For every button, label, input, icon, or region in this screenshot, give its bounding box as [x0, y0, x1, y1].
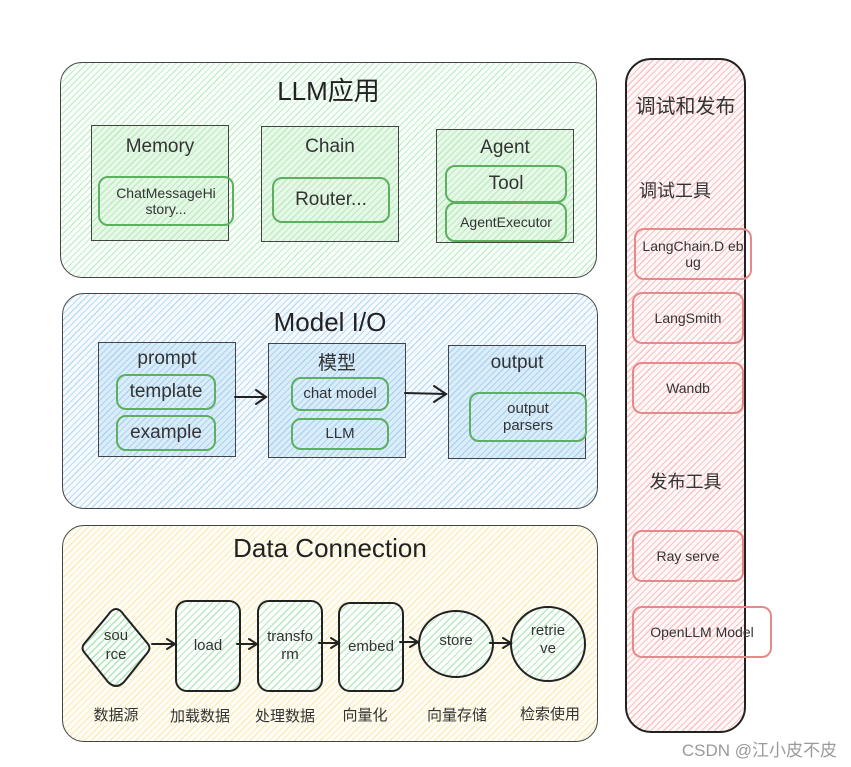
load-caption: 加载数据 [169, 708, 230, 725]
embed-caption: 向量化 [342, 707, 388, 724]
chat-message-history-item[interactable]: ChatMessageHi story... [98, 176, 234, 226]
transform-caption: 处理数据 [254, 708, 315, 725]
agent-executor-item[interactable]: AgentExecutor [445, 202, 567, 242]
ray-serve-item[interactable]: Ray serve [632, 530, 744, 582]
data-connection-title: Data Connection [233, 533, 427, 563]
watermark: CSDN @江小皮不皮 [681, 741, 837, 760]
memory-label: Memory [125, 136, 195, 157]
llm-item[interactable]: LLM [291, 418, 389, 450]
source-node[interactable]: sou rce [80, 606, 152, 690]
retrieve-node[interactable]: retrie ve [510, 606, 586, 682]
chat-model-item[interactable]: chat model [291, 377, 389, 411]
retrieve-caption: 检索使用 [519, 706, 580, 723]
tool-item[interactable]: Tool [445, 165, 567, 203]
chain-box[interactable]: Chain Router... [261, 126, 399, 242]
router-item[interactable]: Router... [272, 177, 390, 223]
model-box[interactable]: 模型 chat model LLM [268, 343, 406, 458]
store-node[interactable]: store [418, 610, 494, 678]
memory-box[interactable]: Memory ChatMessageHi story... [91, 125, 234, 241]
model-label: 模型 [317, 353, 356, 374]
wandb-item[interactable]: Wandb [632, 362, 744, 414]
llm-app-title: LLM应用 [277, 76, 380, 106]
debug-deploy-panel: 调试和发布 调试工具 LangChain.D ebug LangSmith Wa… [625, 58, 772, 733]
prompt-label: prompt [137, 348, 197, 369]
chain-label: Chain [305, 136, 355, 157]
output-parsers-item[interactable]: output parsers [469, 392, 587, 442]
source-caption: 数据源 [93, 707, 139, 724]
model-io-panel: Model I/O prompt template example 模型 cha… [62, 293, 598, 509]
debug-deploy-title: 调试和发布 [635, 96, 736, 118]
embed-node[interactable]: embed [338, 602, 404, 692]
llm-app-panel: LLM应用 Memory ChatMessageHi story... Chai… [60, 62, 597, 278]
output-label: output [490, 352, 544, 373]
example-item[interactable]: example [116, 415, 216, 451]
prompt-box[interactable]: prompt template example [98, 342, 236, 457]
langchain-debug-item[interactable]: LangChain.D ebug [634, 228, 752, 280]
source-label: sou rce [103, 627, 129, 663]
agent-box[interactable]: Agent Tool AgentExecutor [436, 129, 574, 243]
agent-label: Agent [480, 137, 530, 158]
template-item[interactable]: template [116, 374, 216, 410]
debug-tools-label: 调试工具 [639, 181, 711, 201]
store-caption: 向量存储 [426, 707, 487, 724]
output-box[interactable]: output output parsers [448, 345, 587, 459]
openllm-model-item[interactable]: OpenLLM Model [632, 606, 772, 658]
model-io-title: Model I/O [273, 307, 387, 337]
load-node[interactable]: load [175, 600, 241, 692]
deploy-tools-label: 发布工具 [649, 472, 722, 492]
langsmith-item[interactable]: LangSmith [632, 292, 744, 344]
transform-node[interactable]: transfo rm [257, 600, 323, 692]
